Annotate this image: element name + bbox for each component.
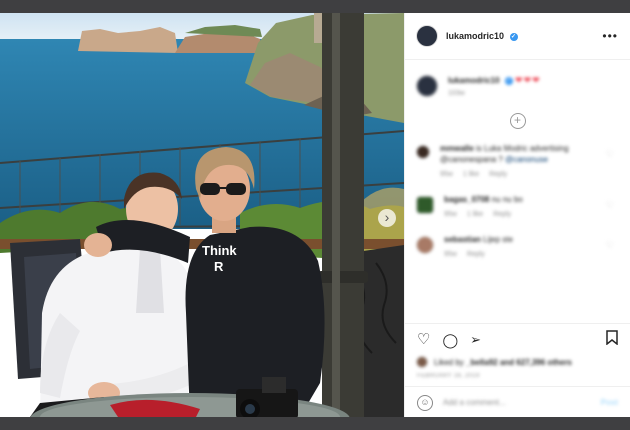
like-comment-heart-icon[interactable]: ♡	[606, 149, 614, 160]
avatar[interactable]	[416, 196, 434, 214]
like-comment-heart-icon[interactable]: ♡	[606, 240, 614, 251]
comment-username[interactable]: mmwalle	[440, 144, 474, 153]
liked-by-others[interactable]: and 627,396 others	[500, 358, 572, 367]
comment-age: 95w	[440, 171, 453, 178]
avatar[interactable]	[416, 145, 430, 159]
reply-button[interactable]: Reply	[467, 251, 485, 258]
comment-username[interactable]: bagas_0708	[444, 195, 489, 204]
add-comment-bar: ☺ Add a comment... Post	[405, 386, 630, 418]
post-sidebar: lukamodric10 ✓ ••• lukamodric10 ✓ ❤❤❤ 10…	[404, 13, 630, 417]
post-photo[interactable]: Think R ›	[0, 13, 404, 417]
post-username[interactable]: lukamodric10 ✓	[446, 31, 518, 41]
comment-meta: 95w 1 like Reply	[444, 209, 594, 220]
comment-meta: 95w 1 like Reply	[440, 169, 590, 180]
liked-by: Liked by _bella92 and 627,396 others	[405, 349, 630, 368]
caption-emoji: ❤❤❤	[515, 75, 541, 85]
avatar[interactable]	[416, 236, 434, 254]
verified-badge-icon: ✓	[509, 32, 518, 41]
comment-username[interactable]: sebastian	[444, 235, 481, 244]
bookmark-icon[interactable]	[606, 330, 618, 350]
caption: lukamodric10 ✓ ❤❤❤ 103w	[405, 61, 630, 97]
heart-icon[interactable]: ♡	[417, 331, 430, 349]
emoji-icon[interactable]: ☺	[417, 394, 433, 411]
load-more-comments-icon[interactable]: +	[509, 113, 526, 129]
reply-button[interactable]: Reply	[489, 171, 507, 178]
comment-age: 95w	[444, 251, 457, 258]
caption-username[interactable]: lukamodric10	[448, 76, 500, 85]
post-actions: ♡ ◯ ➢ Liked by _bella92 and 627,396 othe…	[405, 323, 630, 418]
list-item: mmwalle is Luka Modric advertising @cano…	[405, 143, 630, 180]
post-username-text[interactable]: lukamodric10	[446, 31, 504, 41]
post-modal: Think R › lukamodric10 ✓ ••• lukamodric1…	[0, 13, 630, 417]
post-date: FEBRUARY 16, 2019	[417, 373, 480, 379]
post-header: lukamodric10 ✓ •••	[405, 13, 630, 60]
photo-scene: Think R	[0, 13, 404, 417]
comment-text: nu nu bo	[491, 195, 523, 204]
post-comment-button[interactable]: Post	[601, 398, 618, 407]
comments-list[interactable]: lukamodric10 ✓ ❤❤❤ 103w + mmwalle is Luk…	[405, 61, 630, 323]
verified-badge-icon: ✓	[504, 76, 513, 85]
shirt-print-line1: Think	[202, 243, 237, 258]
liked-by-user[interactable]: _bella92	[466, 358, 498, 367]
reply-button[interactable]: Reply	[493, 211, 511, 218]
comment-body: bagas_0708 nu nu bo 95w 1 like Reply	[444, 194, 594, 220]
comment-body: mmwalle is Luka Modric advertising @cano…	[440, 143, 590, 180]
list-item: bagas_0708 nu nu bo 95w 1 like Reply ♡	[405, 194, 630, 220]
comment-body: sebastian Lijep ste 95w Reply	[444, 234, 594, 260]
avatar[interactable]	[416, 356, 428, 368]
comment-mention[interactable]: @canonuse	[505, 155, 548, 164]
caption-time: 103w	[448, 90, 465, 97]
list-item: sebastian Lijep ste 95w Reply ♡	[405, 234, 630, 260]
comment-meta: 95w Reply	[444, 249, 594, 260]
caption-text: lukamodric10 ✓ ❤❤❤ 103w	[448, 75, 541, 97]
ellipsis-icon[interactable]: •••	[602, 29, 618, 43]
comment-icon[interactable]: ◯	[442, 331, 458, 349]
comment-age: 95w	[444, 211, 457, 218]
comment-likes[interactable]: 1 like	[467, 211, 483, 218]
comment-text: Lijep ste	[483, 235, 513, 244]
comment-likes[interactable]: 1 like	[463, 171, 479, 178]
avatar[interactable]	[416, 25, 438, 47]
shirt-print-line2: R	[214, 259, 224, 274]
avatar[interactable]	[416, 75, 438, 97]
liked-by-prefix: Liked by	[434, 357, 464, 367]
next-photo-button[interactable]: ›	[378, 209, 396, 227]
share-icon[interactable]: ➢	[470, 331, 481, 349]
like-comment-heart-icon[interactable]: ♡	[606, 200, 614, 211]
action-icons: ♡ ◯ ➢	[405, 324, 630, 349]
add-comment-input[interactable]: Add a comment...	[443, 398, 506, 407]
